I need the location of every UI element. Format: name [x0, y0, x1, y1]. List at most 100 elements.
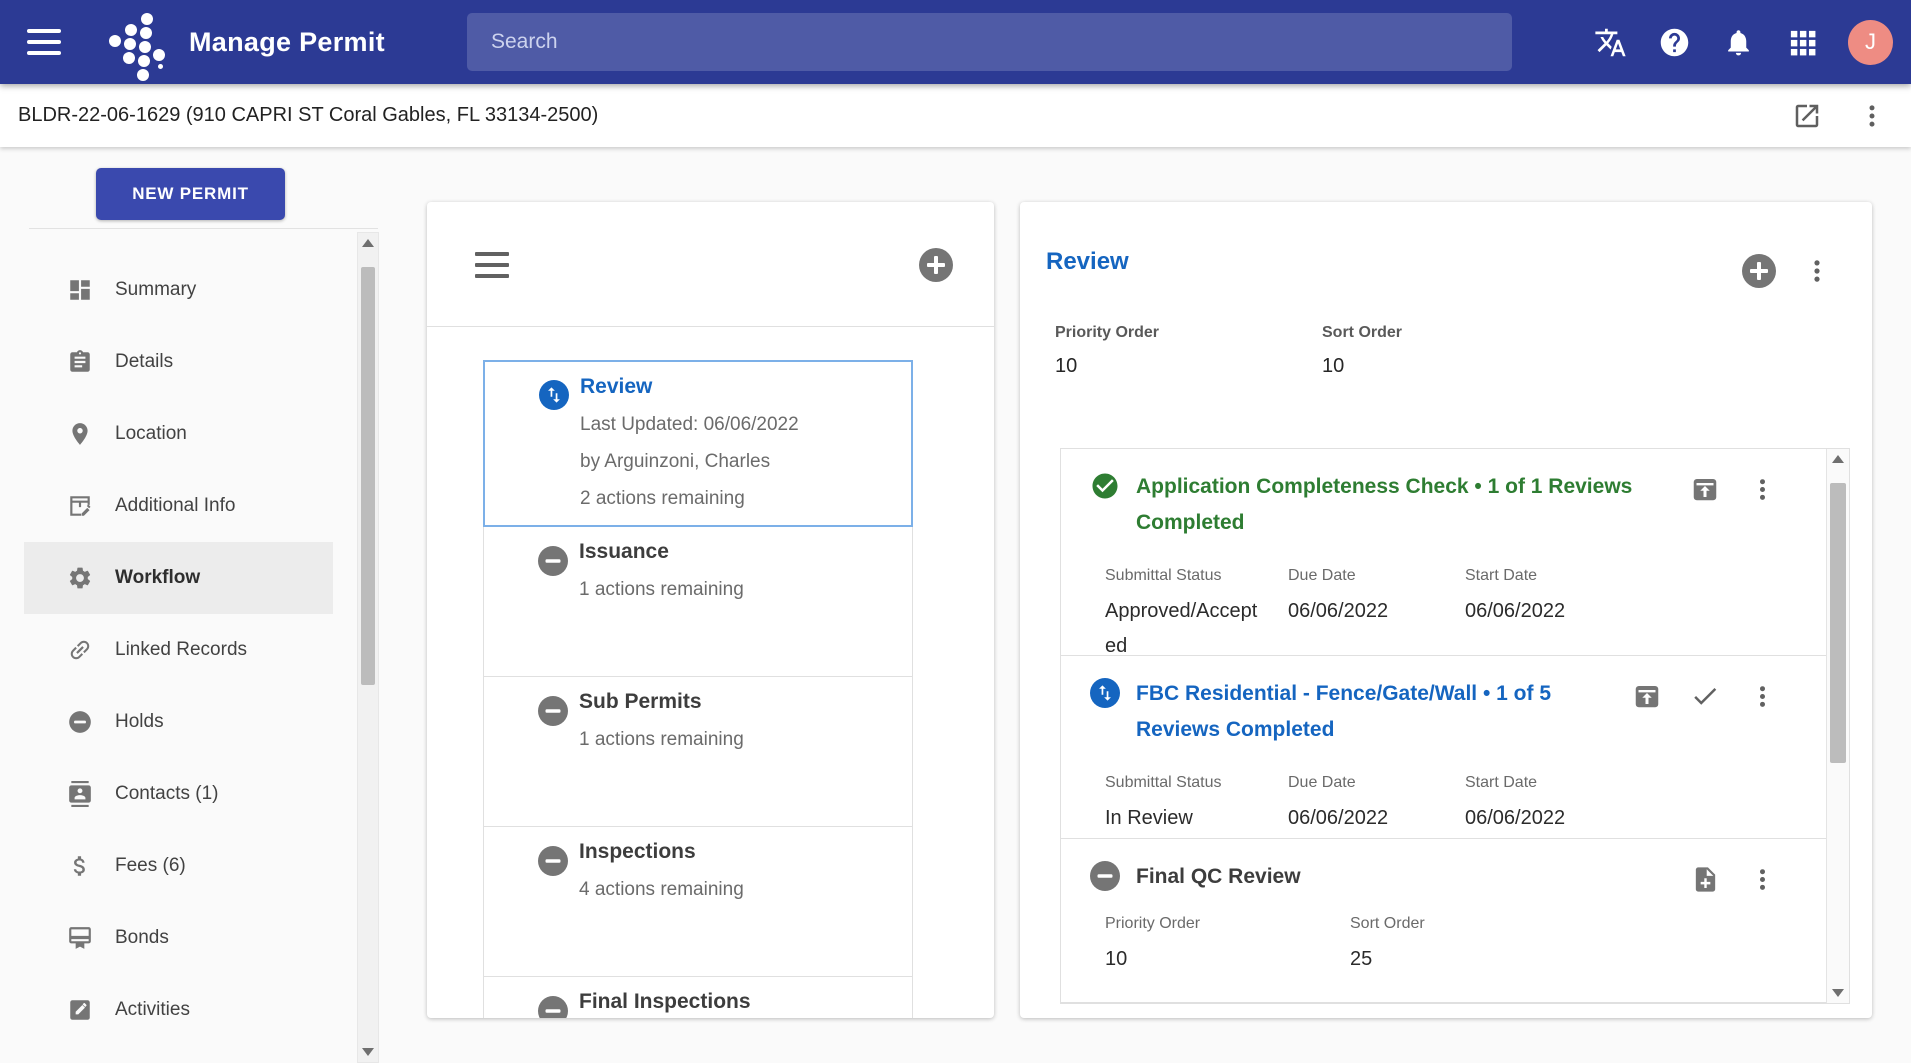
- new-permit-button[interactable]: NEW PERMIT: [96, 168, 285, 220]
- workflow-step-issuance[interactable]: Issuance 1 actions remaining: [483, 527, 913, 677]
- field-label: Submittal Status: [1105, 567, 1270, 585]
- review-card-menu-button[interactable]: [1745, 679, 1779, 713]
- workflow-step-sub-permits[interactable]: Sub Permits 1 actions remaining: [483, 677, 913, 827]
- field-value: 10: [1105, 942, 1265, 977]
- sidebar-item-additional-info[interactable]: Additional Info: [24, 470, 333, 542]
- sidebar-item-activities[interactable]: Activities: [24, 974, 333, 1046]
- field-label: Priority Order: [1105, 915, 1270, 933]
- kebab-icon: [1750, 477, 1775, 502]
- add-workflow-step-button[interactable]: [919, 248, 953, 282]
- sidebar-item-label: Activities: [115, 999, 190, 1021]
- translate-button[interactable]: [1592, 24, 1628, 60]
- field-value: 06/06/2022: [1465, 801, 1565, 836]
- clipboard-icon: [67, 349, 93, 375]
- scroll-up-arrow[interactable]: [1827, 451, 1849, 467]
- help-button[interactable]: [1656, 24, 1692, 60]
- approve-review-button[interactable]: [1687, 678, 1723, 714]
- link-icon: [67, 637, 93, 663]
- workflow-panel-header: [427, 202, 994, 327]
- sidebar-item-label: Holds: [115, 711, 164, 733]
- sidebar-item-label: Details: [115, 351, 173, 373]
- sidebar-scrollbar[interactable]: [357, 232, 379, 1063]
- edit-square-icon: [67, 997, 93, 1023]
- sidebar-item-linked-records[interactable]: Linked Records: [24, 614, 333, 686]
- scroll-down-arrow[interactable]: [358, 1044, 378, 1060]
- sidebar-item-details[interactable]: Details: [24, 326, 333, 398]
- field-value: 06/06/2022: [1465, 594, 1565, 629]
- sidebar-item-contacts[interactable]: Contacts (1): [24, 758, 333, 830]
- step-updated-by: by Arguinzoni, Charles: [580, 451, 911, 473]
- priority-order-value: 10: [1055, 355, 1159, 378]
- field-label: Submittal Status: [1105, 774, 1270, 792]
- review-card-title: Final QC Review: [1136, 859, 1673, 895]
- scrollbar-thumb[interactable]: [361, 267, 375, 685]
- open-record-button[interactable]: [1789, 98, 1825, 134]
- bell-icon: [1723, 27, 1754, 58]
- record-header: BLDR-22-06-1629 (910 CAPRI ST Coral Gabl…: [0, 84, 1911, 147]
- step-actions-remaining: 1 actions remaining: [579, 729, 912, 751]
- sort-order-value: 10: [1322, 355, 1402, 378]
- open-review-button[interactable]: [1629, 678, 1665, 714]
- workflow-step-review[interactable]: Review Last Updated: 06/06/2022 by Argui…: [483, 360, 913, 527]
- search-input[interactable]: [489, 29, 1490, 55]
- sidebar-item-holds[interactable]: Holds: [24, 686, 333, 758]
- reorder-list-icon[interactable]: [475, 252, 509, 278]
- record-menu-button[interactable]: [1855, 99, 1889, 133]
- search-box[interactable]: [467, 13, 1512, 71]
- minus-circle-icon: [1090, 861, 1120, 891]
- cards-scrollbar[interactable]: [1826, 449, 1849, 1003]
- workflow-step-final-inspections[interactable]: Final Inspections: [483, 977, 913, 1018]
- card-ribbon-icon: [67, 925, 93, 951]
- scroll-down-arrow[interactable]: [1827, 985, 1849, 1001]
- field-value: 06/06/2022: [1288, 801, 1447, 836]
- review-card-menu-button[interactable]: [1745, 472, 1779, 506]
- field-label: Start Date: [1465, 567, 1565, 585]
- sidebar-item-summary[interactable]: Summary: [24, 254, 333, 326]
- workflow-step-inspections[interactable]: Inspections 4 actions remaining: [483, 827, 913, 977]
- field-value: In Review: [1105, 801, 1265, 836]
- sidebar-nav: Summary Details Location Additional Info…: [24, 254, 333, 1046]
- checkmark-icon: [1690, 681, 1720, 711]
- contacts-icon: [67, 781, 93, 807]
- minus-circle-icon: [538, 996, 568, 1018]
- notifications-button[interactable]: [1720, 24, 1756, 60]
- minus-circle-icon: [67, 709, 93, 735]
- sidebar-item-fees[interactable]: Fees (6): [24, 830, 333, 902]
- sidebar-item-location[interactable]: Location: [24, 398, 333, 470]
- scrollbar-thumb[interactable]: [1830, 483, 1846, 763]
- sidebar-divider: [29, 228, 378, 229]
- sidebar-item-label: Fees (6): [115, 855, 186, 877]
- sidebar-item-label: Workflow: [115, 567, 200, 589]
- detail-title: Review: [1046, 248, 1129, 276]
- dashboard-icon: [67, 277, 93, 303]
- launch-icon: [1792, 101, 1822, 131]
- place-pin-icon: [67, 421, 93, 447]
- sort-order-label: Sort Order: [1322, 324, 1402, 342]
- sidebar-item-workflow[interactable]: Workflow: [24, 542, 333, 614]
- step-title: Review: [580, 375, 911, 399]
- add-note-button[interactable]: [1687, 861, 1723, 897]
- scroll-up-arrow[interactable]: [358, 235, 378, 251]
- user-avatar[interactable]: J: [1848, 20, 1893, 65]
- step-title: Issuance: [579, 540, 912, 564]
- note-add-icon: [1691, 865, 1720, 894]
- add-review-button[interactable]: [1742, 254, 1776, 288]
- field-value: 25: [1350, 942, 1509, 977]
- app-title: Manage Permit: [189, 27, 385, 58]
- sidebar-item-label: Contacts (1): [115, 783, 218, 805]
- gear-icon: [67, 565, 93, 591]
- open-review-button[interactable]: [1687, 471, 1723, 507]
- review-card-menu-button[interactable]: [1745, 862, 1779, 896]
- menu-icon[interactable]: [27, 29, 61, 55]
- open-in-browser-icon: [1632, 681, 1662, 711]
- sidebar-item-bonds[interactable]: Bonds: [24, 902, 333, 974]
- dollar-icon: [67, 853, 93, 879]
- detail-menu-button[interactable]: [1800, 254, 1834, 288]
- step-actions-remaining: 1 actions remaining: [579, 579, 912, 601]
- sidebar-item-label: Additional Info: [115, 495, 235, 517]
- table-edit-icon: [67, 493, 93, 519]
- apps-grid-button[interactable]: [1784, 24, 1820, 60]
- swap-vertical-icon: [539, 380, 569, 410]
- minus-circle-icon: [538, 846, 568, 876]
- swap-vertical-icon: [1090, 678, 1120, 708]
